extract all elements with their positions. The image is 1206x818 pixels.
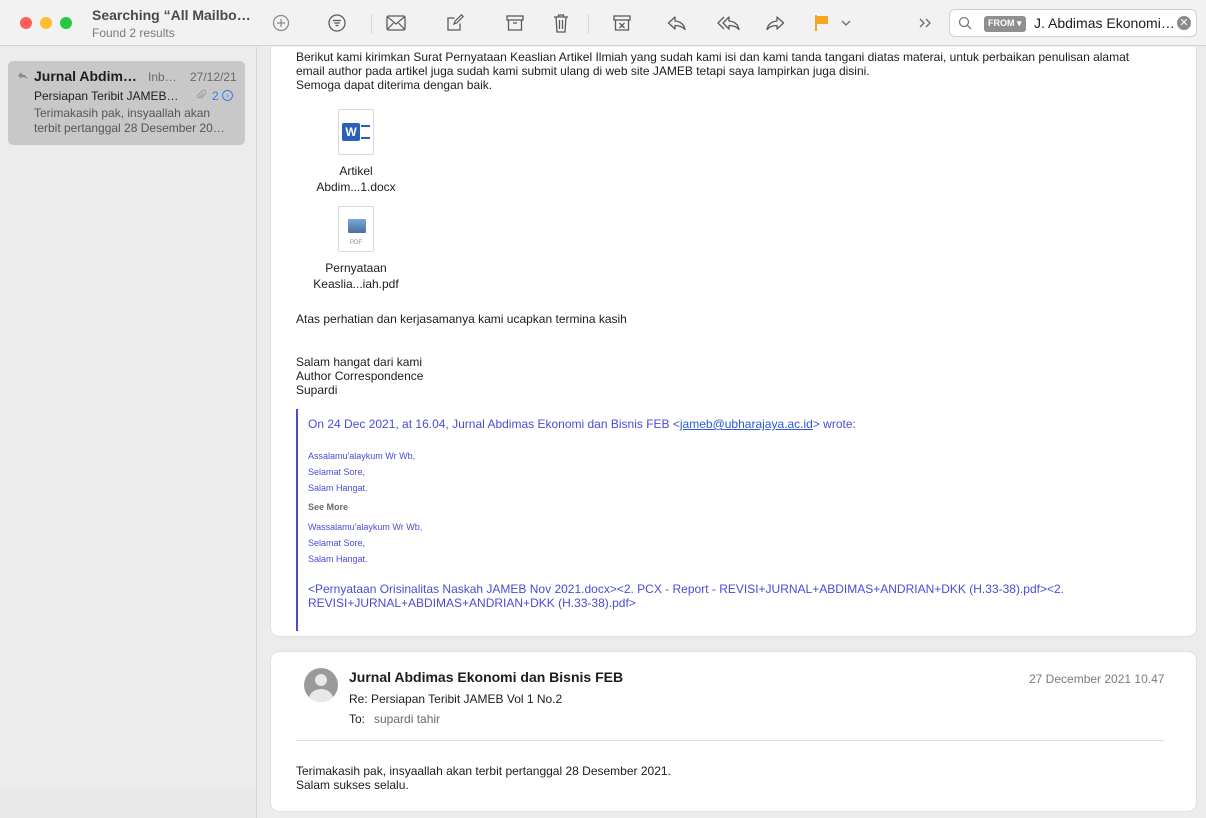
- list-item[interactable]: Jurnal Abdim… Inb… 27/12/21 Persiapan Te…: [8, 61, 245, 145]
- thread-arrow-icon[interactable]: ›: [222, 90, 233, 101]
- forward-icon[interactable]: [759, 9, 791, 37]
- quote-line: Assalamu'alaykum Wr Wb,: [308, 451, 416, 461]
- pdf-document-icon: PDF: [338, 206, 374, 252]
- message-preview: Terimakasih pak, insyaallah akan terbit …: [34, 106, 225, 135]
- divider: [296, 740, 1164, 741]
- email-card: Berikut kami kirimkan Surat Pernyataan K…: [271, 47, 1196, 636]
- toolbar: Searching “All Mailbo… Found 2 results F…: [0, 0, 1206, 46]
- signature-line: Supardi: [296, 383, 338, 397]
- quote-line: Wassalamu'alaykum Wr Wb,: [308, 522, 423, 532]
- quote-line: Selamat Sore,: [308, 538, 366, 548]
- clear-search-icon[interactable]: ✕: [1177, 16, 1191, 30]
- trash-icon[interactable]: [545, 9, 577, 37]
- flag-icon[interactable]: [806, 9, 838, 37]
- avatar: [304, 668, 338, 702]
- signature-line: Author Correspondence: [296, 369, 424, 383]
- body-line: Terimakasih pak, insyaallah akan terbit …: [296, 764, 671, 778]
- search-input[interactable]: J. Abdimas Ekonomi…: [1034, 15, 1174, 31]
- more-icon[interactable]: [914, 9, 938, 37]
- attachment-pdf[interactable]: PDF Pernyataan Keaslia...iah.pdf: [301, 206, 411, 292]
- quote-header: On 24 Dec 2021, at 16.04, Jurnal Abdimas…: [308, 417, 856, 431]
- body-line: Salam sukses selalu.: [296, 778, 409, 792]
- search-icon: [958, 16, 972, 35]
- to-recipient[interactable]: supardi tahir: [374, 712, 440, 726]
- thread-count: 2: [212, 89, 219, 103]
- email-card: Jurnal Abdimas Ekonomi dan Bisnis FEB 27…: [271, 652, 1196, 811]
- quote-line: Salam Hangat.: [308, 483, 368, 493]
- email-sender: Jurnal Abdimas Ekonomi dan Bisnis FEB: [349, 669, 624, 685]
- quote-attachments: <Pernyataan Orisinalitas Naskah JAMEB No…: [308, 582, 1064, 596]
- body-line: email author pada artikel juga sudah kam…: [296, 64, 870, 78]
- quoted-message: On 24 Dec 2021, at 16.04, Jurnal Abdimas…: [296, 409, 1176, 631]
- minimize-window-button[interactable]: [40, 17, 52, 29]
- signature-line: Salam hangat dari kami: [296, 355, 423, 369]
- window-title: Searching “All Mailbo…: [92, 7, 251, 23]
- message-list: Jurnal Abdim… Inb… 27/12/21 Persiapan Te…: [0, 47, 257, 818]
- to-label: To:: [349, 712, 366, 726]
- quote-line: Salam Hangat.: [308, 554, 368, 564]
- closing-line: Atas perhatian dan kerjasamanya kami uca…: [296, 312, 627, 326]
- message-mailbox: Inb…: [148, 70, 177, 84]
- zoom-window-button[interactable]: [60, 17, 72, 29]
- message-viewer: Berikut kami kirimkan Surat Pernyataan K…: [258, 47, 1206, 818]
- email-link[interactable]: jameb@ubharajaya.ac.id: [680, 417, 813, 431]
- compose-icon[interactable]: [439, 9, 471, 37]
- reply-icon[interactable]: [661, 9, 693, 37]
- close-window-button[interactable]: [20, 17, 32, 29]
- chevron-down-icon[interactable]: [836, 9, 856, 37]
- quote-attachments: REVISI+JURNAL+ABDIMAS+ANDRIAN+DKK (H.33-…: [308, 596, 636, 610]
- archive-icon[interactable]: [499, 9, 531, 37]
- message-date: 27/12/21: [190, 70, 237, 84]
- body-line: Berikut kami kirimkan Surat Pernyataan K…: [296, 50, 1130, 64]
- search-field[interactable]: FROM ▾ J. Abdimas Ekonomi… ✕: [949, 9, 1197, 37]
- junk-icon[interactable]: [606, 9, 638, 37]
- search-token-from[interactable]: FROM ▾: [984, 16, 1026, 32]
- window-subtitle: Found 2 results: [92, 26, 175, 40]
- quote-line: Selamat Sore,: [308, 467, 366, 477]
- filter-icon[interactable]: [321, 9, 353, 37]
- new-message-icon[interactable]: [380, 9, 412, 37]
- attachment-icon: [196, 89, 207, 104]
- email-subject: Re: Persiapan Teribit JAMEB Vol 1 No.2: [349, 692, 563, 706]
- sidebar-footer: [0, 787, 256, 818]
- email-date: 27 December 2021 10.47: [1029, 672, 1165, 686]
- message-sender: Jurnal Abdim…: [34, 68, 137, 84]
- reply-all-icon[interactable]: [713, 9, 745, 37]
- add-icon[interactable]: [265, 9, 297, 37]
- see-more-link[interactable]: See More: [308, 502, 348, 512]
- body-line: Semoga dapat diterima dengan baik.: [296, 78, 493, 92]
- attachment-docx[interactable]: W Artikel Abdim...1.docx: [301, 109, 411, 195]
- message-subject: Persiapan Teribit JAMEB…: [34, 89, 179, 103]
- replied-icon: [17, 71, 28, 83]
- word-document-icon: W: [338, 109, 374, 155]
